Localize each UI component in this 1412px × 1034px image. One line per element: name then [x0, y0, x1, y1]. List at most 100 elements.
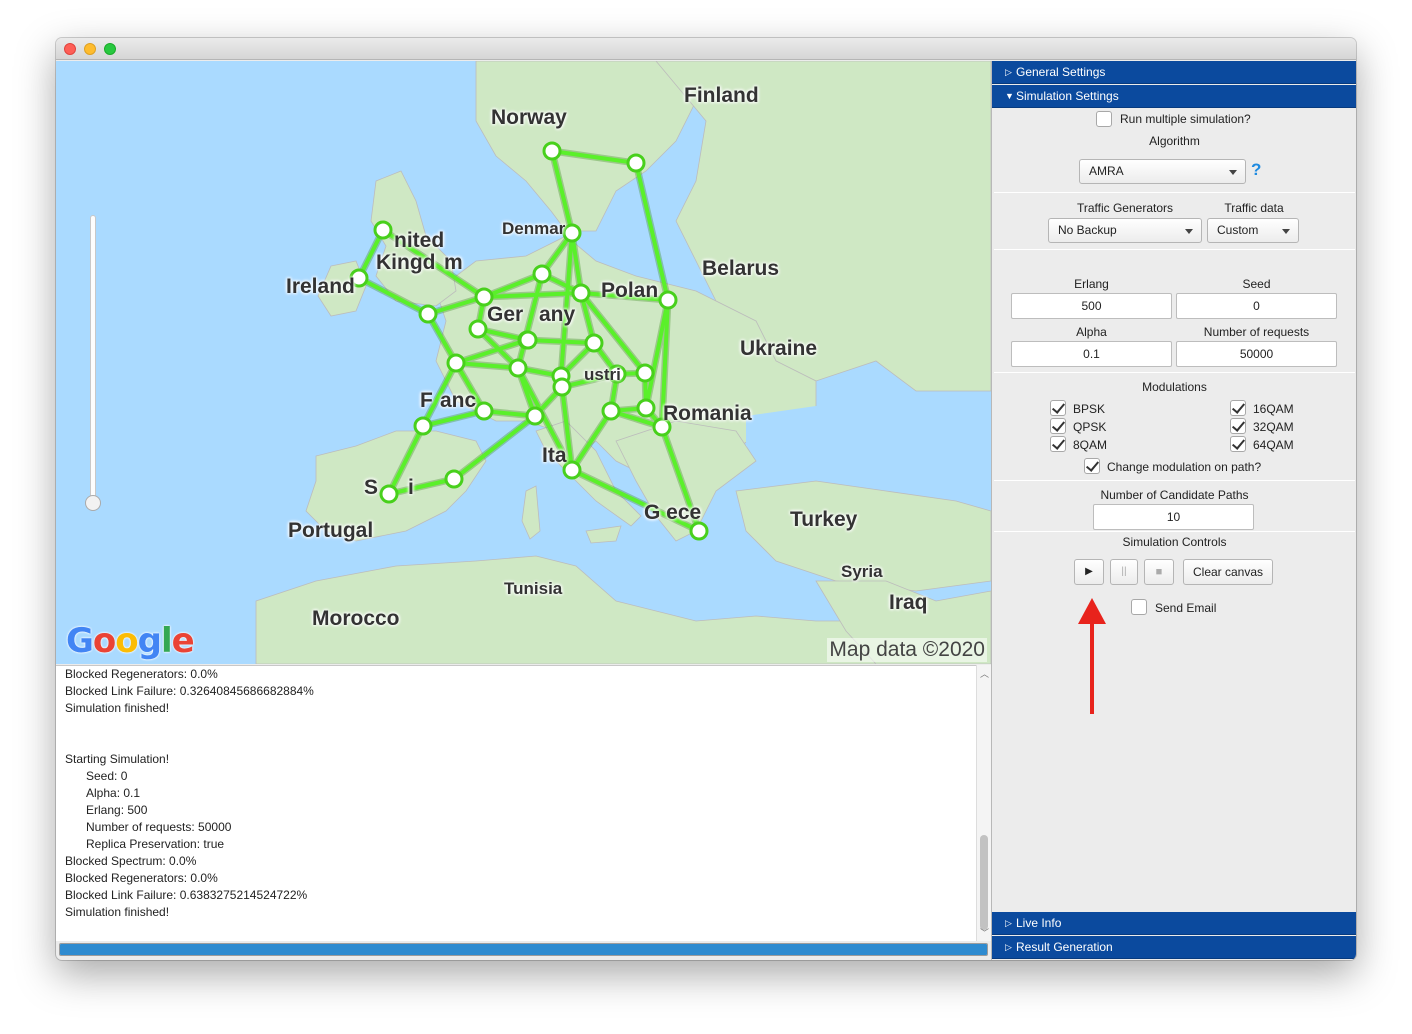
- candidate-paths-input[interactable]: 10: [1093, 504, 1254, 530]
- map-label-portugal: Portugal: [288, 519, 374, 542]
- stop-button[interactable]: ■: [1144, 559, 1174, 585]
- network-node[interactable]: [601, 401, 621, 421]
- requests-input[interactable]: 50000: [1176, 341, 1337, 367]
- map-label-greece: G ece: [644, 501, 702, 524]
- 16qam-checkbox[interactable]: [1230, 400, 1246, 416]
- console-output[interactable]: Blocked Regenerators: 0.0% Blocked Link F…: [56, 665, 976, 941]
- scroll-down-icon[interactable]: ﹀: [980, 926, 989, 939]
- network-node[interactable]: [689, 521, 709, 541]
- network-node[interactable]: [468, 319, 488, 339]
- network-node[interactable]: [658, 290, 678, 310]
- bpsk-checkbox[interactable]: [1050, 400, 1066, 416]
- title-bar: [56, 38, 1356, 60]
- google-logo: Google: [66, 621, 195, 661]
- network-node[interactable]: [542, 141, 562, 161]
- console-line: Replica Preservation: true: [86, 837, 225, 851]
- network-node[interactable]: [508, 358, 528, 378]
- chevron-down-icon: [1282, 229, 1290, 234]
- 16qam-label: 16QAM: [1253, 402, 1294, 416]
- traffic-data-select[interactable]: Custom: [1207, 218, 1299, 243]
- divider: [994, 249, 1355, 250]
- map-label-spain-b: i: [408, 476, 414, 499]
- send-email-checkbox[interactable]: [1131, 599, 1147, 615]
- zoom-slider-thumb[interactable]: [85, 495, 101, 511]
- network-node[interactable]: [584, 333, 604, 353]
- map-label-belarus: Belarus: [702, 257, 780, 280]
- zoom-window-button[interactable]: [104, 43, 116, 55]
- network-node[interactable]: [518, 330, 538, 350]
- network-node[interactable]: [571, 283, 591, 303]
- map-label-romania: Romania: [663, 402, 752, 425]
- scrollbar-thumb[interactable]: [980, 835, 988, 930]
- network-node[interactable]: [635, 363, 655, 383]
- simulation-progress-bar: [59, 943, 988, 956]
- qpsk-checkbox[interactable]: [1050, 418, 1066, 434]
- map-label-united: nited: [394, 229, 445, 252]
- run-multiple-checkbox[interactable]: [1096, 111, 1112, 127]
- network-node[interactable]: [418, 304, 438, 324]
- console-line: Simulation finished!: [65, 701, 170, 715]
- bpsk-label: BPSK: [1073, 402, 1106, 416]
- console-line: Blocked Regenerators: 0.0%: [65, 667, 218, 681]
- app-window: Finland Norway Denmar nited Kingd m Irel…: [56, 38, 1356, 960]
- divider: [994, 480, 1355, 481]
- traffic-generators-select[interactable]: No Backup: [1048, 218, 1202, 243]
- console-scrollbar[interactable]: ︿ ﹀: [976, 665, 991, 941]
- network-node[interactable]: [446, 353, 466, 373]
- 8qam-checkbox[interactable]: [1050, 436, 1066, 452]
- chevron-right-icon: ▷: [1005, 918, 1012, 928]
- 64qam-label: 64QAM: [1253, 438, 1294, 452]
- pause-button[interactable]: ||: [1110, 559, 1138, 585]
- map-label-ukraine: Ukraine: [740, 337, 818, 360]
- 32qam-checkbox[interactable]: [1230, 418, 1246, 434]
- change-modulation-checkbox[interactable]: [1084, 458, 1100, 474]
- send-email-label: Send Email: [1155, 601, 1217, 615]
- accordion-general-settings[interactable]: ▷ General Settings: [992, 61, 1356, 84]
- algorithm-select[interactable]: AMRA: [1079, 159, 1246, 184]
- minimize-window-button[interactable]: [84, 43, 96, 55]
- network-node[interactable]: [474, 401, 494, 421]
- qpsk-label: QPSK: [1073, 420, 1107, 434]
- close-window-button[interactable]: [64, 43, 76, 55]
- network-node[interactable]: [413, 416, 433, 436]
- accordion-simulation-settings[interactable]: ▼ Simulation Settings: [992, 85, 1356, 108]
- map-attribution: Map data ©2020: [827, 638, 987, 662]
- alpha-input[interactable]: 0.1: [1011, 341, 1172, 367]
- map-label-turkey: Turkey: [790, 508, 858, 531]
- divider: [994, 372, 1355, 373]
- map-label-austria: ustri: [584, 365, 621, 384]
- play-button[interactable]: ▶: [1074, 559, 1104, 585]
- chevron-right-icon: ▷: [1005, 942, 1012, 952]
- requests-label: Number of requests: [1203, 325, 1310, 339]
- console-line: Simulation finished!: [65, 905, 170, 919]
- network-node[interactable]: [444, 469, 464, 489]
- traffic-data-label: Traffic data: [1224, 201, 1284, 215]
- network-node[interactable]: [373, 220, 393, 240]
- run-multiple-label: Run multiple simulation?: [1120, 112, 1251, 126]
- traffic-generators-label: Traffic Generators: [1076, 201, 1174, 215]
- network-node[interactable]: [525, 406, 545, 426]
- network-node[interactable]: [636, 398, 656, 418]
- map-label-iraq: Iraq: [889, 591, 928, 614]
- accordion-live-info[interactable]: ▷ Live Info: [992, 912, 1356, 935]
- help-icon[interactable]: ?: [1251, 160, 1261, 180]
- network-node[interactable]: [562, 223, 582, 243]
- clear-canvas-button[interactable]: Clear canvas: [1183, 559, 1273, 585]
- 64qam-checkbox[interactable]: [1230, 436, 1246, 452]
- map-label-italy: Ita: [542, 444, 567, 467]
- scroll-up-icon[interactable]: ︿: [980, 667, 989, 680]
- 32qam-label: 32QAM: [1253, 420, 1294, 434]
- network-node[interactable]: [626, 153, 646, 173]
- zoom-slider-track[interactable]: [91, 216, 95, 506]
- network-node[interactable]: [532, 264, 552, 284]
- network-node[interactable]: [379, 484, 399, 504]
- 8qam-label: 8QAM: [1073, 438, 1108, 452]
- console-line: Seed: 0: [86, 769, 128, 783]
- map-label-poland: Polan: [601, 279, 659, 302]
- network-map[interactable]: Finland Norway Denmar nited Kingd m Irel…: [56, 61, 991, 664]
- accordion-result-generation[interactable]: ▷ Result Generation: [992, 936, 1356, 959]
- erlang-input[interactable]: 500: [1011, 293, 1172, 319]
- network-node[interactable]: [552, 377, 572, 397]
- seed-input[interactable]: 0: [1176, 293, 1337, 319]
